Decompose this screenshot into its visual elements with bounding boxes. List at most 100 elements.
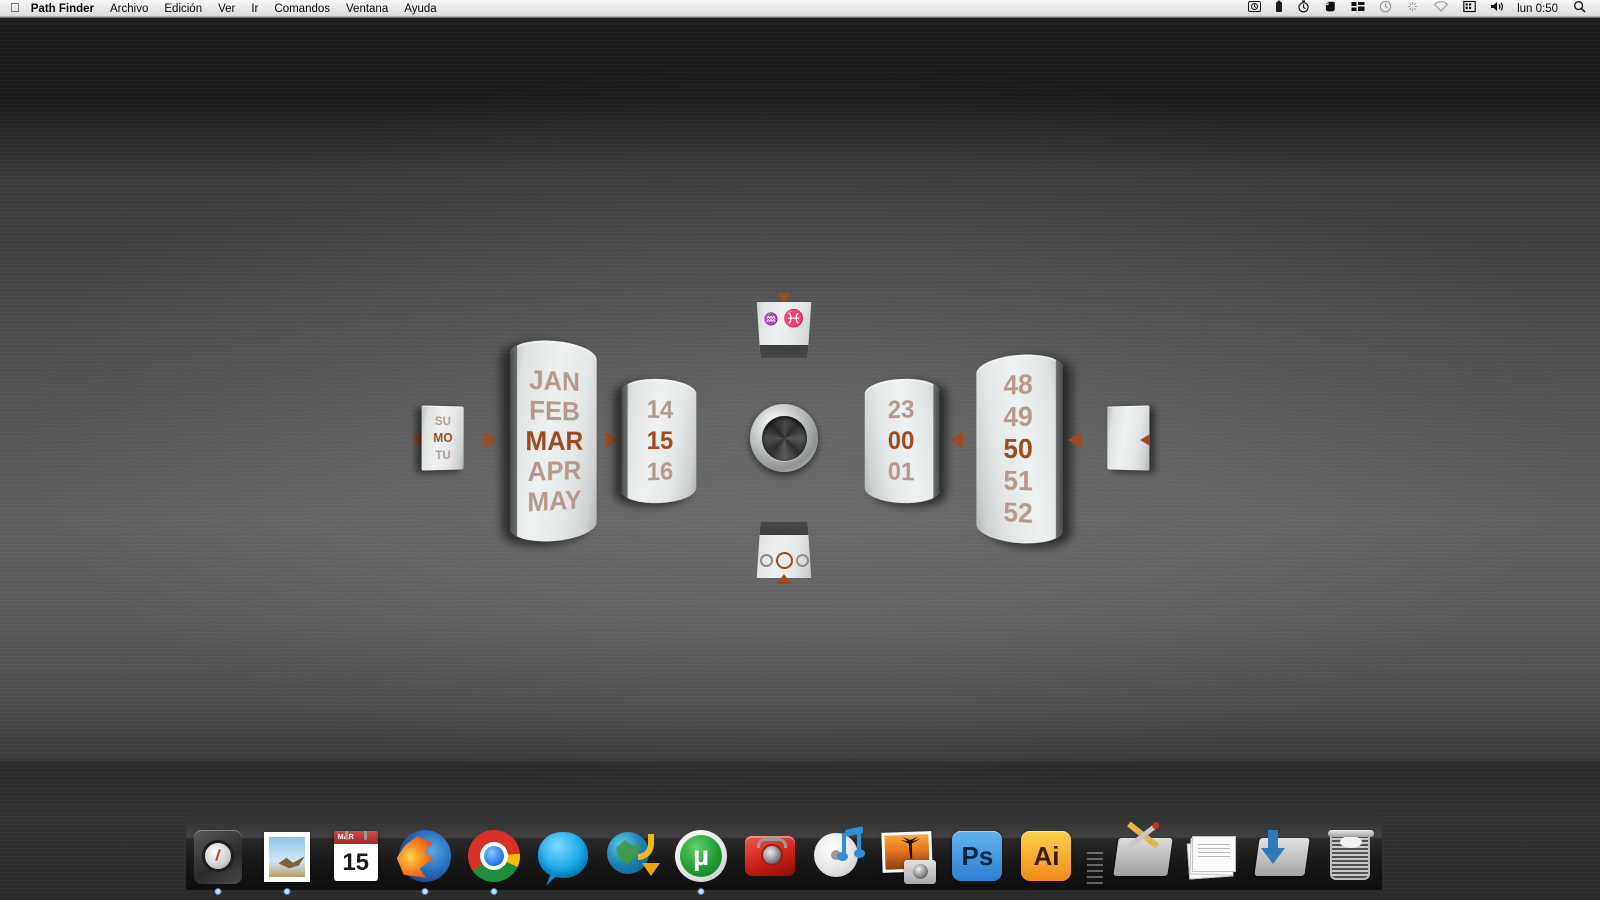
month-item-jan: JAN [529,363,580,397]
utorrent-glyph: µ [680,835,723,877]
dock-separator [1084,830,1106,886]
calendar-menu-icon[interactable] [1457,0,1482,18]
running-indicator [283,888,291,895]
dock-item-trash[interactable] [1319,822,1382,886]
compass-icon [188,826,248,886]
hub-core [761,415,807,461]
dock-item-applications-folder[interactable] [1112,820,1175,886]
minute-item-49: 49 [1003,400,1033,433]
menu-app-name[interactable]: Path Finder [29,0,102,18]
menu-item-ver[interactable]: Ver [210,0,243,18]
photoshop-icon: Ps [947,826,1007,886]
zodiac-current-glyph: ♓ [783,309,805,328]
evernote-icon[interactable] [1318,0,1343,18]
dock-item-documents-stack[interactable] [1181,822,1244,886]
moon-phase-current [775,552,793,569]
hour-pointer [950,432,963,448]
menu-item-archivo[interactable]: Archivo [102,0,156,18]
zodiac-previous-glyph: ♒ [763,311,779,326]
airport-wifi-icon[interactable] [1427,0,1455,18]
dock-item-firefox[interactable] [393,822,456,895]
calendar-day: 15 [342,848,370,876]
trash-icon [1320,826,1380,886]
weekday-dial[interactable]: SU MO TU [421,405,464,471]
screen-sharing-icon[interactable] [1242,0,1267,18]
downloads-folder-icon [1251,826,1311,886]
zodiac-dial[interactable]: ♒ ♓ [756,302,812,358]
battery-icon[interactable] [1269,0,1289,18]
day-selected: 15 [646,426,674,455]
chat-bubble-icon [533,826,593,886]
center-hub[interactable] [750,404,818,472]
dock-item-itunes[interactable] [808,822,871,886]
menu-item-edicion[interactable]: Edición [156,0,210,18]
timer-icon[interactable] [1291,0,1316,18]
menu-bar-clock[interactable]: lun 0:50 [1513,3,1565,15]
hour-dial[interactable]: 23 00 01 [864,377,940,505]
dock-item-adium[interactable] [531,822,594,886]
zodiac-glyph-group: ♒ ♓ [763,310,804,327]
chrome-icon [464,826,524,886]
dock-items: MAR 15 [186,800,1382,895]
moon-phase-dial[interactable] [756,522,812,578]
month-dial[interactable]: JAN FEB MAR APR MAY [510,337,597,545]
minute-selected: 50 [1003,432,1033,465]
menu-item-comandos[interactable]: Comandos [266,0,338,18]
day-dial[interactable]: 14 15 16 [621,377,697,505]
dock-item-download-manager[interactable] [600,822,663,886]
day-prev: 14 [646,395,674,424]
hour-selected: 00 [887,426,915,455]
weekday-pointer-left [412,434,422,446]
menu-item-ventana[interactable]: Ventana [338,0,396,18]
dock-item-path-finder[interactable] [186,822,249,895]
dock-item-radio-player[interactable] [739,822,802,886]
apple-menu-icon[interactable]:  [0,1,29,14]
dock-item-illustrator[interactable]: Ai [1015,822,1078,886]
documents-stack-icon [1182,826,1242,886]
weekday-prev: SU [434,413,451,428]
dropbox-icon[interactable] [1400,0,1425,18]
dock-item-mail[interactable] [255,822,318,895]
month-selected: MAR [525,425,584,456]
month-item-apr: APR [527,455,582,487]
moon-dark-band [756,522,812,535]
zodiac-pointer [777,293,791,303]
weekday-pointer-right [484,432,497,448]
dock-item-ical[interactable]: MAR 15 [324,822,387,886]
menu-bar-left:  Path Finder Archivo Edición Ver Ir Com… [0,0,445,18]
weekday-selected: MO [433,430,453,445]
utorrent-icon: µ [671,826,731,886]
stamp-icon [257,826,317,886]
hour-next: 01 [887,457,915,486]
minute-item-51: 51 [1003,464,1033,497]
weekday-next: TU [435,448,451,463]
applications-folder-icon [1113,820,1173,886]
dock-item-iphoto[interactable] [877,822,940,886]
dock-item-downloads-folder[interactable] [1250,822,1313,886]
zodiac-dark-band [756,345,812,358]
running-indicator [214,888,222,895]
itunes-cd-note-icon [809,826,869,886]
moon-phase-group [759,552,809,569]
firefox-icon [395,826,455,886]
minute-dial[interactable]: 48 49 50 51 52 [976,351,1063,547]
menu-item-ir[interactable]: Ir [243,0,266,18]
spotlight-search-icon[interactable] [1567,0,1592,18]
menu-bar:  Path Finder Archivo Edición Ver Ir Com… [0,0,1600,18]
app-switcher-icon[interactable] [1345,0,1371,18]
moon-phase-prev [759,554,773,567]
moon-phase-next [795,554,809,567]
menu-item-ayuda[interactable]: Ayuda [396,0,444,18]
time-machine-icon[interactable] [1373,0,1398,18]
illustrator-glyph: Ai [1021,831,1072,881]
globe-download-icon [602,826,662,886]
day-next: 16 [646,457,674,486]
volume-icon[interactable] [1484,0,1511,18]
dock-item-utorrent[interactable]: µ [670,822,733,895]
dock: MAR 15 [186,780,1382,895]
running-indicator [421,888,429,895]
minute-item-48: 48 [1003,367,1033,401]
dock-item-chrome[interactable] [462,822,525,895]
dock-item-photoshop[interactable]: Ps [946,822,1009,886]
month-item-may: MAY [527,484,582,518]
